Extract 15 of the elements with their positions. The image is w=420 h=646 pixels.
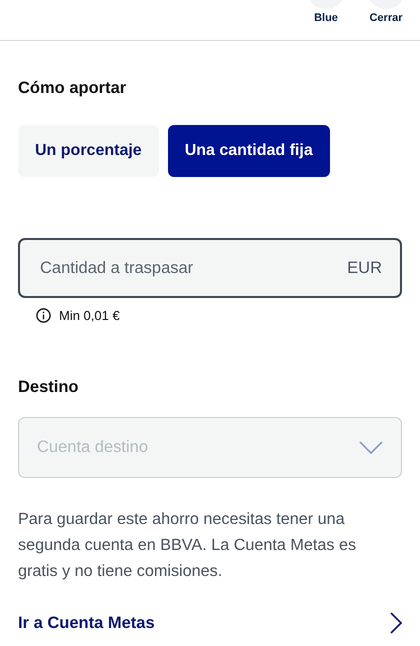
cuenta-metas-link[interactable]: Ir a Cuenta Metas (18, 612, 402, 634)
chevron-right-icon (390, 612, 402, 634)
option-button[interactable]: Una cantidad fija (168, 125, 330, 177)
option-button[interactable]: Un porcentaje (18, 125, 159, 177)
info-text: Para guardar este ahorro necesitas tener una segunda cuenta en BBVA. La Cuenta Metas es gratis y no tiene comisiones. (18, 509, 358, 582)
currency-label: EUR (347, 258, 382, 278)
amount-input[interactable]: Cantidad a traspasar (38, 258, 348, 278)
section-title: Destino (18, 378, 80, 397)
header-action-button[interactable]: Blue (306, 0, 346, 40)
info-icon (36, 308, 51, 323)
section-title: Cómo aportar (18, 79, 128, 98)
amount-field[interactable]: Cantidad a traspasar EUR (18, 238, 402, 298)
header-action-button[interactable]: Cerrar (366, 0, 406, 40)
minimum-hint: Min 0,01 € (59, 308, 120, 323)
chevron-down-icon (359, 440, 383, 454)
